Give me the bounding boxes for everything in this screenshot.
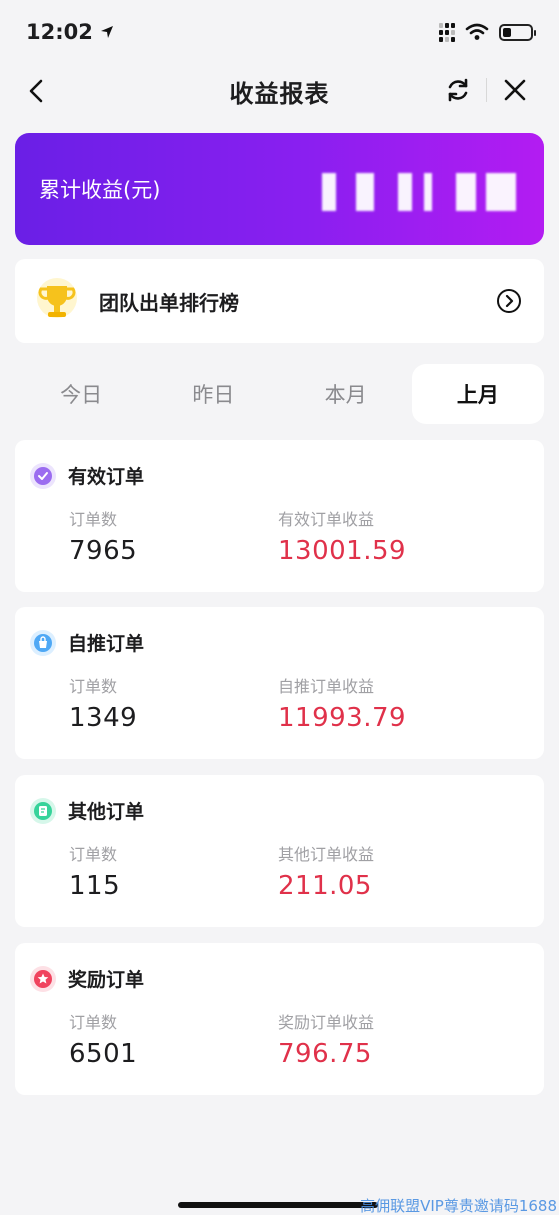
- home-indicator: [178, 1202, 378, 1208]
- wifi-icon: [465, 23, 489, 40]
- document-icon: [30, 797, 56, 824]
- other-orders-card: 其他订单 订单数 115 其他订单收益 211.05: [15, 775, 544, 927]
- order-count-label: 订单数: [69, 845, 118, 864]
- cumulative-income-label: 累计收益(元): [39, 178, 161, 202]
- star-icon: [30, 965, 56, 992]
- tab-today[interactable]: 今日: [15, 364, 147, 424]
- tab-last-month[interactable]: 上月: [411, 364, 544, 424]
- battery-icon: [499, 23, 536, 41]
- order-count-label: 订单数: [69, 1013, 118, 1032]
- income-value: 11993.79: [278, 703, 407, 733]
- tab-yesterday[interactable]: 昨日: [147, 364, 279, 424]
- status-indicators: [439, 22, 536, 42]
- status-time: 12:02: [26, 20, 115, 44]
- order-count-label: 订单数: [69, 510, 118, 529]
- order-count-value: 6501: [69, 1039, 138, 1069]
- leaderboard-label: 团队出单排行榜: [99, 290, 239, 315]
- order-count-value: 7965: [69, 536, 138, 566]
- check-badge-icon: [30, 462, 56, 489]
- nav-bar: 收益报表: [0, 64, 559, 118]
- nav-divider: [486, 78, 487, 102]
- income-value: 13001.59: [278, 536, 407, 566]
- shopping-bag-icon: [30, 629, 56, 656]
- valid-orders-card: 有效订单 订单数 7965 有效订单收益 13001.59: [15, 440, 544, 592]
- close-icon[interactable]: [501, 76, 529, 104]
- income-value: 796.75: [278, 1039, 372, 1069]
- card-title: 自推订单: [68, 633, 145, 655]
- back-chevron-icon[interactable]: [22, 76, 52, 106]
- status-bar: 12:02: [0, 0, 559, 64]
- clock-text: 12:02: [26, 20, 93, 44]
- income-value: 211.05: [278, 871, 372, 901]
- arrow-circle-right-icon[interactable]: [496, 288, 522, 314]
- income-label: 奖励订单收益: [278, 1013, 375, 1032]
- order-count-value: 115: [69, 871, 121, 901]
- card-title: 其他订单: [68, 801, 145, 823]
- team-leaderboard-entry[interactable]: 团队出单排行榜: [15, 259, 544, 343]
- order-count-value: 1349: [69, 703, 138, 733]
- card-title: 奖励订单: [68, 969, 145, 991]
- page-title: 收益报表: [229, 79, 330, 108]
- redacted-amount: [316, 173, 532, 211]
- period-tabs: 今日 昨日 本月 上月: [15, 364, 544, 424]
- signal-icon: [439, 22, 455, 42]
- income-label: 有效订单收益: [278, 510, 375, 529]
- location-arrow-icon: [100, 26, 113, 38]
- tab-this-month[interactable]: 本月: [280, 364, 412, 424]
- self-promoted-orders-card: 自推订单 订单数 1349 自推订单收益 11993.79: [15, 607, 544, 759]
- income-label: 自推订单收益: [278, 677, 375, 696]
- watermark-text: 高佣联盟VIP尊贵邀请码1688: [360, 1197, 557, 1215]
- refresh-icon[interactable]: [444, 76, 472, 104]
- trophy-icon: [37, 278, 77, 318]
- cumulative-income-banner: 累计收益(元): [15, 133, 544, 245]
- nav-actions: [444, 76, 529, 104]
- reward-orders-card: 奖励订单 订单数 6501 奖励订单收益 796.75: [15, 943, 544, 1095]
- card-title: 有效订单: [68, 466, 145, 488]
- order-count-label: 订单数: [69, 677, 118, 696]
- income-label: 其他订单收益: [278, 845, 375, 864]
